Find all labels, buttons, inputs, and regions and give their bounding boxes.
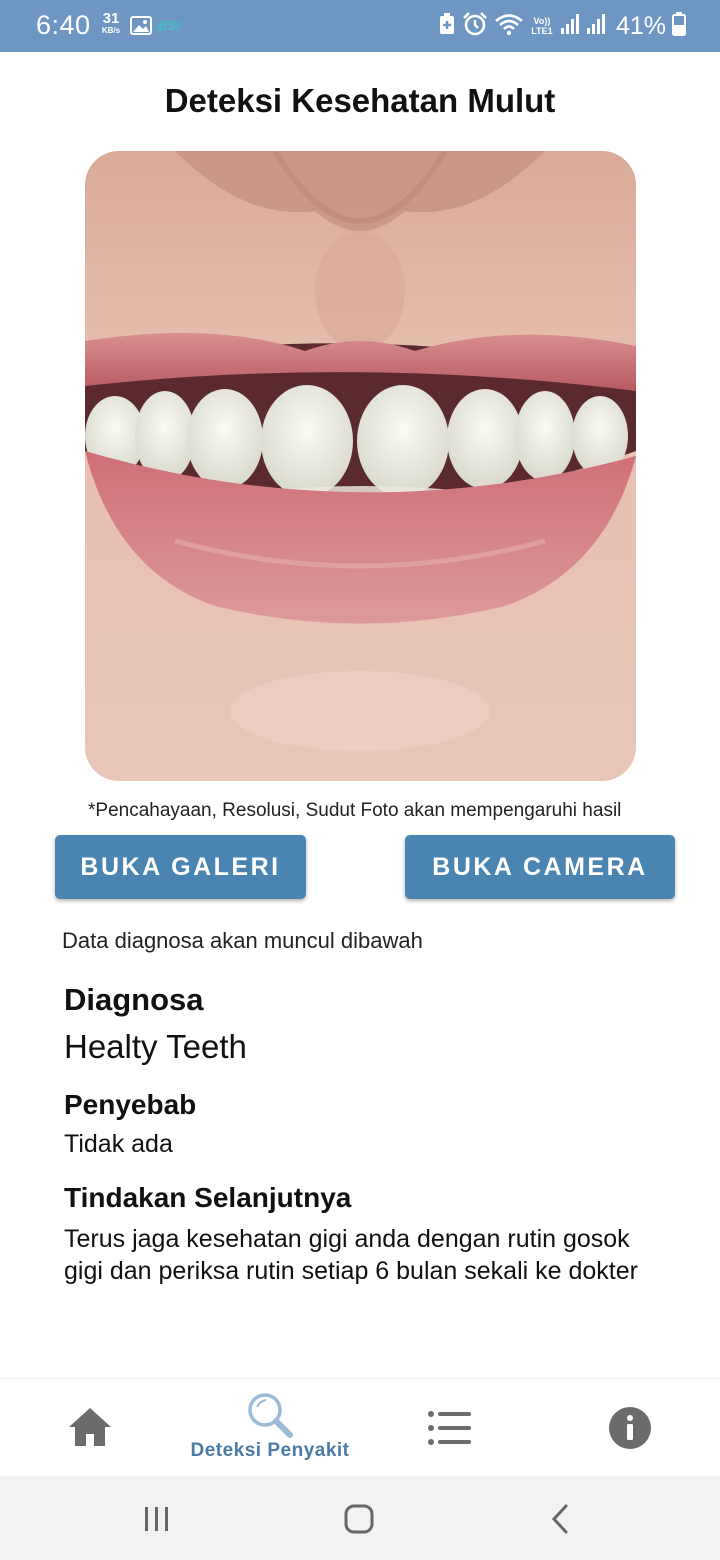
nav-list[interactable] — [400, 1379, 500, 1477]
open-gallery-button[interactable]: BUKA GALERI — [55, 835, 306, 899]
volte-label: Vo)) LTE1 — [531, 16, 553, 36]
back-icon — [550, 1504, 570, 1539]
system-navigation-bar — [0, 1476, 720, 1560]
signal-icon — [560, 13, 580, 40]
network-speed: 31 KB/s — [96, 10, 126, 37]
nav-home[interactable] — [40, 1379, 140, 1477]
next-action-value: Terus jaga kesehatan gigi anda dengan ru… — [64, 1225, 638, 1285]
diagnosis-heading: Diagnosa — [64, 982, 204, 1017]
nav-detect-disease[interactable]: Deteksi Penyakit — [170, 1379, 370, 1477]
search-icon — [246, 1391, 294, 1444]
cause-heading: Penyebab — [64, 1089, 197, 1120]
nav-info[interactable] — [580, 1379, 680, 1477]
home-circle-icon — [344, 1504, 374, 1539]
bottom-navigation: Deteksi Penyakit — [0, 1378, 720, 1476]
open-camera-button[interactable]: BUKA CAMERA — [405, 835, 675, 899]
next-action-heading: Tindakan Selanjutnya — [64, 1182, 352, 1213]
nav-detect-label: Deteksi Penyakit — [190, 1440, 350, 1461]
gallery-icon — [130, 16, 152, 40]
recents-button[interactable] — [97, 1476, 217, 1560]
diagnosis-value: Healty Teeth — [64, 1028, 247, 1065]
home-icon — [67, 1406, 113, 1453]
page-title: Deteksi Kesehatan Mulut — [164, 82, 556, 119]
status-bar: 6:40 31 KB/s BSI Vo)) LTE1 41% — [0, 0, 720, 52]
signal-icon — [586, 13, 606, 40]
diagnosis-note: Data diagnosa akan muncul dibawah — [62, 928, 423, 953]
list-icon — [428, 1411, 472, 1450]
system-home-button[interactable] — [298, 1476, 418, 1560]
battery-percent: 41% — [615, 11, 666, 40]
photo-hint: *Pencahayaan, Resolusi, Sudut Foto akan … — [88, 800, 622, 821]
cause-value: Tidak ada — [64, 1130, 173, 1158]
info-icon — [608, 1406, 652, 1455]
wifi-icon — [494, 12, 524, 41]
carrier-badge: BSI — [158, 18, 180, 33]
network-speed-value: 31 — [102, 10, 120, 27]
back-button[interactable] — [500, 1476, 620, 1560]
status-time: 6:40 — [36, 10, 91, 40]
mouth-photo — [85, 151, 636, 781]
status-icons: Vo)) LTE1 41% — [438, 11, 686, 41]
accessibility-icon — [438, 12, 456, 40]
battery-icon — [672, 11, 686, 41]
network-speed-unit: KB/s — [101, 26, 121, 35]
alarm-icon — [462, 11, 488, 41]
recents-icon — [144, 1506, 170, 1537]
